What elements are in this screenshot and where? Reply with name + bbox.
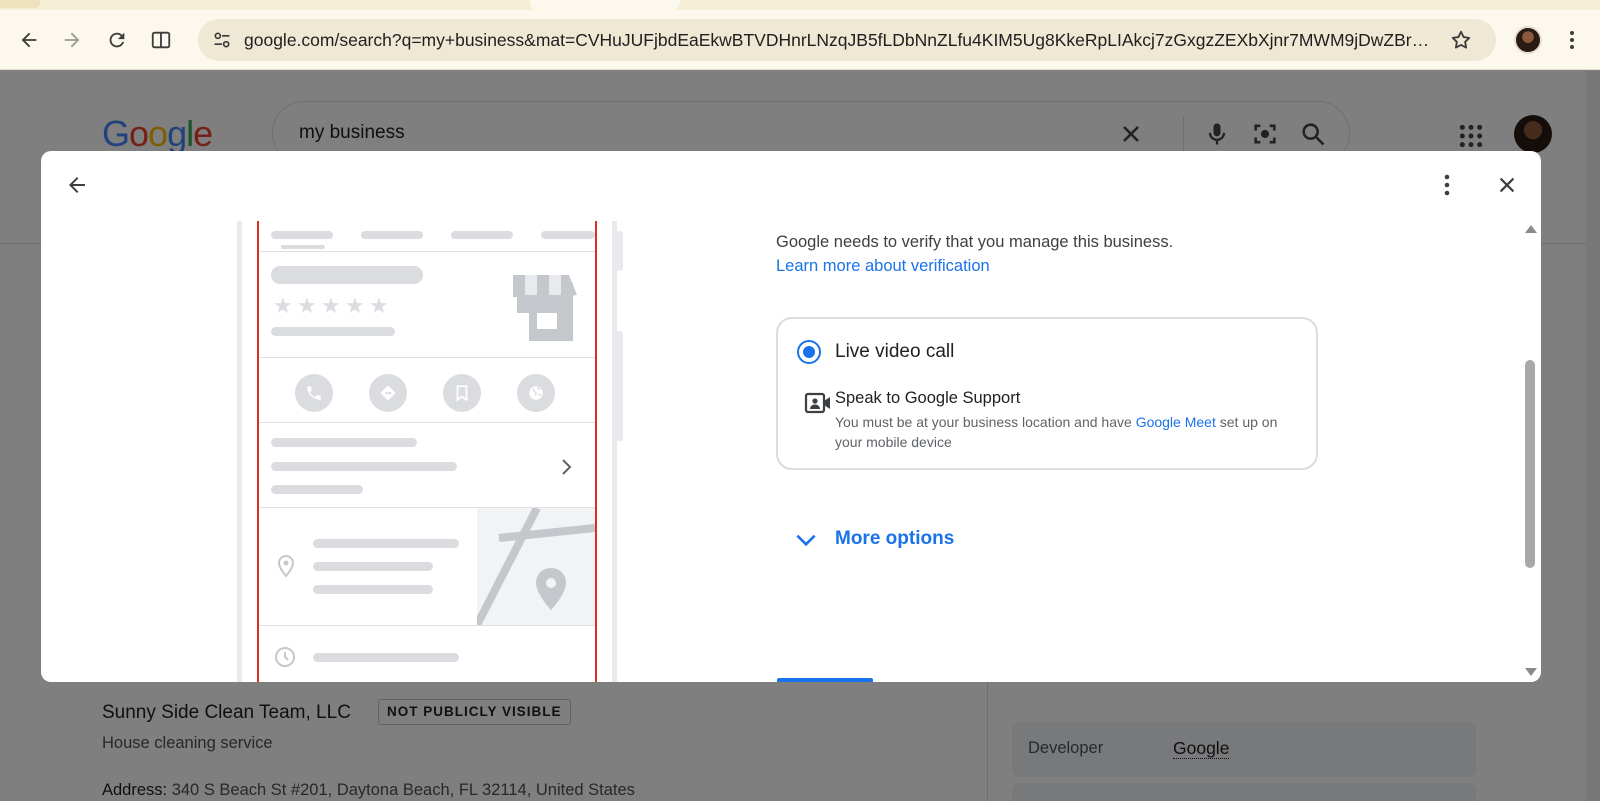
phone-divider [259, 251, 595, 252]
phone-call-icon [295, 374, 333, 412]
placeholder-bar [451, 231, 513, 239]
placeholder-bar [271, 266, 423, 284]
bookmark-icon [443, 374, 481, 412]
google-meet-link[interactable]: Google Meet [1136, 414, 1216, 430]
clock-icon [275, 647, 295, 667]
rating-star-icon: ★ [345, 293, 365, 318]
browser-menu-button[interactable] [1558, 26, 1586, 54]
reload-icon [109, 32, 125, 48]
phone-illustration: ★ ★ ★ ★ ★ [237, 221, 623, 682]
scroll-up-icon[interactable] [1525, 225, 1537, 233]
arrow-left-icon [69, 177, 85, 193]
placeholder-bar [271, 485, 363, 494]
phone-screen: ★ ★ ★ ★ ★ [257, 221, 597, 682]
kebab-menu-icon [1570, 31, 1574, 49]
forward-button[interactable] [56, 24, 88, 56]
phone-divider [259, 625, 595, 626]
website-globe-icon [517, 374, 555, 412]
directions-icon [369, 374, 407, 412]
reload-button[interactable] [101, 24, 133, 56]
rating-star-icon: ★ [273, 293, 293, 318]
split-view-icon [151, 31, 171, 49]
scroll-down-icon[interactable] [1525, 668, 1537, 676]
learn-more-link[interactable]: Learn more about verification [776, 257, 990, 276]
scroll-thumb[interactable] [1525, 360, 1535, 568]
placeholder-bar [313, 562, 433, 571]
chevron-right-icon [562, 459, 572, 475]
placeholder-bar [361, 231, 423, 239]
option-description: You must be at your business location an… [835, 414, 1278, 450]
storefront-icon [513, 275, 577, 341]
placeholder-bar [313, 539, 459, 548]
arrow-left-icon [21, 32, 37, 48]
kebab-menu-icon [1444, 174, 1450, 196]
profile-avatar[interactable] [1514, 26, 1542, 54]
map-icon [477, 508, 595, 625]
dialog-more-button[interactable] [1431, 169, 1463, 201]
option-title: Live video call [835, 341, 955, 362]
placeholder-bar [281, 245, 325, 249]
option-radio[interactable] [797, 340, 821, 364]
tab-active[interactable] [530, 0, 680, 10]
next-button[interactable] [777, 678, 873, 682]
option-subtitle: Speak to Google Support [835, 389, 1021, 407]
verification-dialog: ★ ★ ★ ★ ★ Google needs to verify that yo… [41, 151, 1541, 682]
tab-strip [0, 0, 1600, 10]
close-icon [1499, 177, 1515, 193]
verification-option-card[interactable]: Live video call Speak to Google Support … [776, 317, 1318, 470]
rating-star-icon: ★ [297, 293, 317, 318]
placeholder-bar [271, 231, 333, 239]
dialog-back-button[interactable] [61, 169, 93, 201]
chevron-down-icon[interactable] [793, 527, 819, 553]
placeholder-bar [271, 327, 395, 336]
address-bar[interactable]: google.com/search?q=my+business&mat=CVHu… [198, 19, 1496, 61]
placeholder-bar [313, 653, 459, 662]
placeholder-bar [271, 438, 417, 447]
more-options-button[interactable]: More options [835, 528, 954, 550]
url-text[interactable]: google.com/search?q=my+business&mat=CVHu… [244, 30, 1434, 51]
dialog-scrollbar[interactable] [1522, 221, 1538, 682]
back-button[interactable] [13, 24, 45, 56]
placeholder-bar [271, 462, 457, 471]
video-call-icon [804, 392, 830, 414]
dialog-close-button[interactable] [1491, 169, 1523, 201]
browser-toolbar: google.com/search?q=my+business&mat=CVHu… [0, 10, 1600, 70]
location-pin-icon [277, 554, 295, 578]
phone-divider [259, 422, 595, 423]
tune-icon[interactable] [212, 30, 232, 50]
placeholder-bar [313, 585, 433, 594]
verify-instructions: Google needs to verify that you manage t… [776, 233, 1174, 251]
rating-star-icon: ★ [369, 293, 389, 318]
phone-button [617, 331, 623, 441]
arrow-right-icon [64, 32, 80, 48]
split-view-button[interactable] [145, 24, 177, 56]
map-thumbnail [477, 508, 595, 625]
star-icon[interactable] [1450, 29, 1472, 51]
phone-divider [259, 357, 595, 358]
phone-button [617, 231, 623, 271]
placeholder-bar [541, 231, 595, 239]
tab-inactive[interactable] [0, 0, 40, 8]
rating-star-icon: ★ [321, 293, 341, 318]
